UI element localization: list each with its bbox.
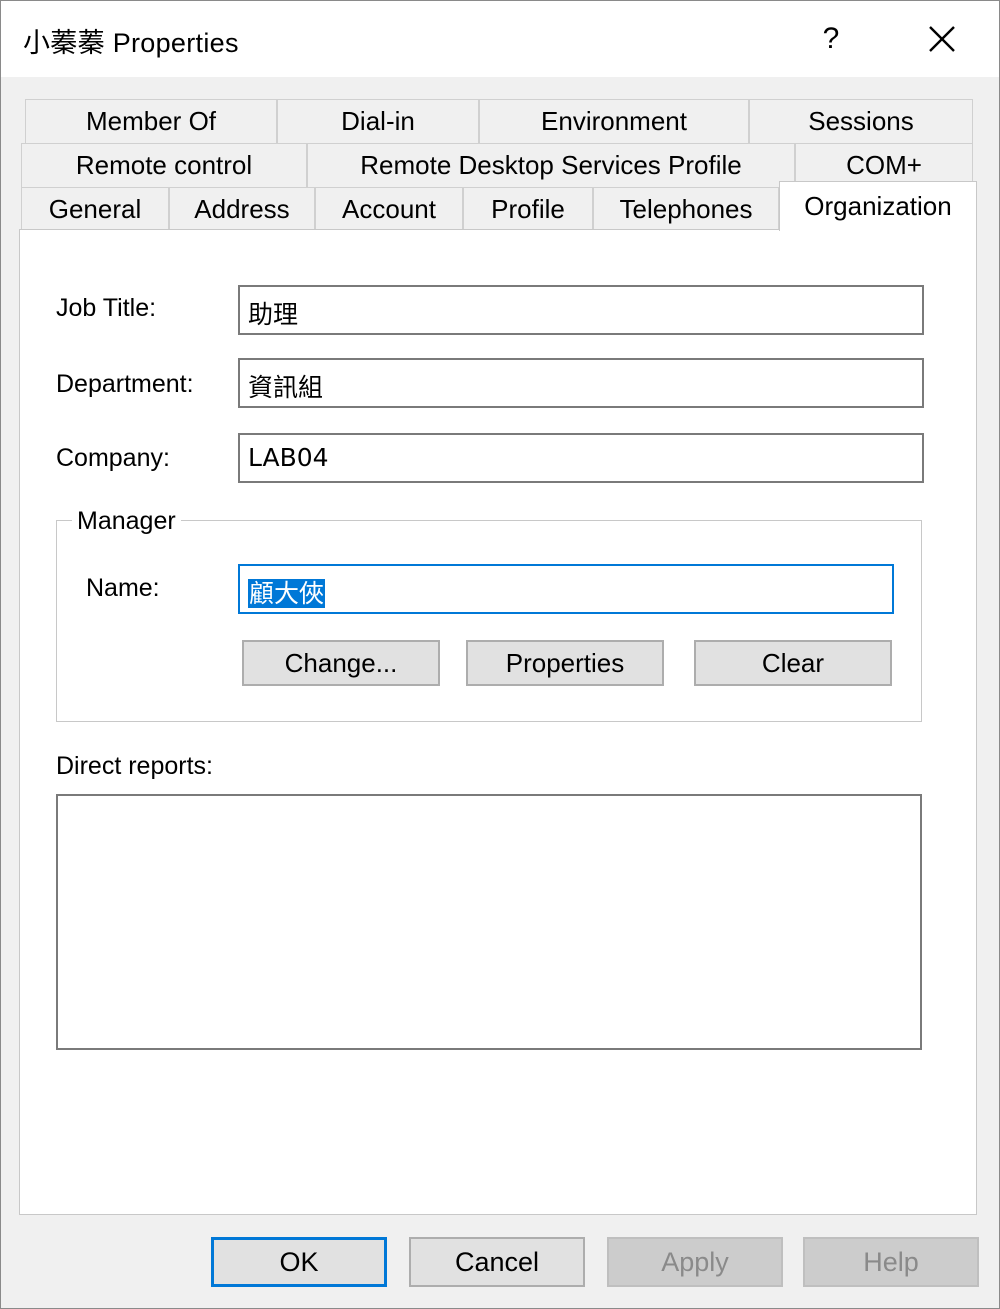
tab-account[interactable]: Account: [315, 187, 463, 231]
direct-reports-label: Direct reports:: [56, 752, 213, 780]
tab-sessions[interactable]: Sessions: [749, 99, 973, 143]
manager-group-label: Manager: [72, 507, 181, 536]
close-button[interactable]: [905, 5, 979, 73]
help-button: Help: [803, 1237, 979, 1287]
department-input[interactable]: 資訊組: [238, 358, 924, 408]
manager-groupbox: [56, 520, 922, 722]
clear-manager-button[interactable]: Clear: [694, 640, 892, 686]
direct-reports-list[interactable]: [56, 794, 922, 1050]
company-input[interactable]: LAB04: [238, 433, 924, 483]
tab-organization[interactable]: Organization: [779, 181, 977, 231]
job-title-value: 助理: [248, 300, 299, 329]
tab-remote-control[interactable]: Remote control: [21, 143, 307, 187]
help-title-button[interactable]: ?: [801, 5, 861, 73]
tab-telephones[interactable]: Telephones: [593, 187, 779, 231]
organization-panel: Job Title: 助理 Department: 資訊組 Company: L…: [19, 229, 977, 1215]
manager-name-value: 顧大俠: [248, 579, 326, 608]
department-value: 資訊組: [248, 373, 324, 402]
ok-button[interactable]: OK: [211, 1237, 387, 1287]
manager-properties-button[interactable]: Properties: [466, 640, 664, 686]
tab-member-of[interactable]: Member Of: [25, 99, 277, 143]
job-title-label: Job Title:: [56, 294, 157, 322]
tab-remote-desktop-services-profile[interactable]: Remote Desktop Services Profile: [307, 143, 795, 187]
tab-dial-in[interactable]: Dial-in: [277, 99, 479, 143]
tab-general[interactable]: General: [21, 187, 169, 231]
close-icon: [929, 26, 955, 52]
department-label: Department:: [56, 370, 194, 398]
job-title-input[interactable]: 助理: [238, 285, 924, 335]
title-bar: 小蓁蓁 Properties ?: [1, 1, 999, 77]
tab-profile[interactable]: Profile: [463, 187, 593, 231]
cancel-button[interactable]: Cancel: [409, 1237, 585, 1287]
manager-name-input[interactable]: 顧大俠: [238, 564, 894, 614]
question-mark-icon: ?: [822, 22, 840, 55]
tab-environment[interactable]: Environment: [479, 99, 749, 143]
change-manager-button[interactable]: Change...: [242, 640, 440, 686]
company-value: LAB04: [248, 443, 329, 472]
manager-name-label: Name:: [86, 574, 160, 602]
apply-button: Apply: [607, 1237, 783, 1287]
properties-dialog: 小蓁蓁 Properties ? Member Of Dial-in Envir…: [0, 0, 1000, 1309]
company-label: Company:: [56, 444, 170, 472]
window-title: 小蓁蓁 Properties: [23, 28, 239, 58]
tab-address[interactable]: Address: [169, 187, 315, 231]
